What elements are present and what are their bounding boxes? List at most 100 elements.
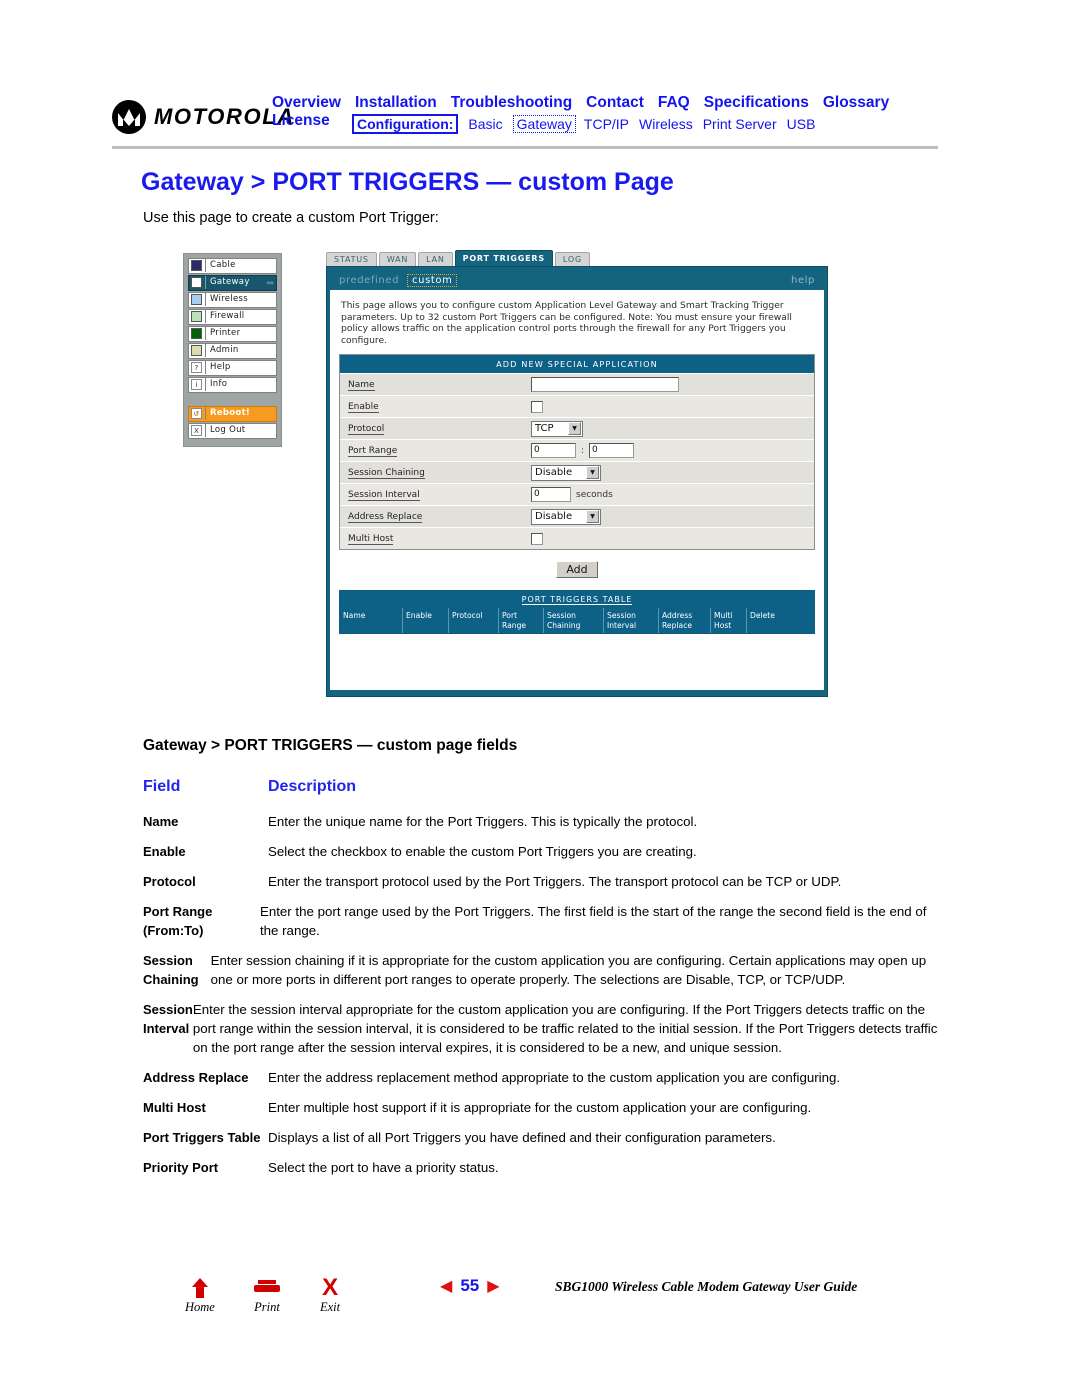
form-row-address-replace: Address Replace Disable ▼ (340, 505, 814, 527)
previous-page-icon[interactable]: ◀ (440, 1276, 452, 1296)
secondary-nav: Configuration: Basic Gateway TCP/IP Wireless… (352, 114, 825, 134)
nav-link-installation[interactable]: Installation (355, 94, 437, 112)
sidebar-item-label: Cable (205, 259, 276, 273)
help-link[interactable]: help (791, 275, 815, 286)
nav-link-license[interactable]: License (272, 112, 330, 130)
sidebar-item-label: Log Out (205, 424, 276, 438)
form-header: ADD NEW SPECIAL APPLICATION (340, 355, 814, 373)
name-input[interactable] (531, 377, 679, 392)
field-label: Enable (348, 401, 379, 413)
sidebar-item-admin[interactable]: Admin (188, 343, 277, 359)
sidebar-item-firewall[interactable]: Firewall (188, 309, 277, 325)
nav-link-overview[interactable]: Overview (272, 94, 341, 112)
embedded-router-ui-screenshot: Cable Gateway »» Wireless Firewall Print… (183, 250, 828, 700)
column-header-protocol: Protocol (448, 608, 498, 633)
table-row: Port Triggers Table Displays a list of a… (143, 1128, 943, 1147)
field-description: Enter the unique name for the Port Trigg… (268, 814, 698, 829)
print-button[interactable]: Print (254, 1276, 280, 1315)
panel-description-text: This page allows you to configure custom… (341, 300, 792, 346)
nav-link-troubleshooting[interactable]: Troubleshooting (451, 94, 572, 112)
add-button[interactable]: Add (556, 561, 598, 578)
field-name: Address Replace (143, 1070, 249, 1085)
tab-log[interactable]: LOG (554, 252, 590, 267)
nav-link-faq[interactable]: FAQ (658, 94, 690, 112)
nav-link-wireless[interactable]: Wireless (639, 116, 693, 132)
field-description: Enter the port range used by the Port Tr… (259, 904, 927, 938)
subtab-predefined[interactable]: predefined (339, 275, 399, 286)
table-row: Multi Host Enter multiple host support i… (143, 1098, 943, 1117)
field-label: Address Replace (348, 511, 423, 523)
session-chaining-select[interactable]: Disable ▼ (531, 464, 601, 481)
table-row: Name Enter the unique name for the Port … (143, 812, 943, 831)
table-row: Port Range (From:To) Enter the port rang… (143, 902, 943, 940)
page-number: 55 (460, 1276, 480, 1295)
field-name: Enable (143, 844, 186, 859)
panel-content-area: This page allows you to configure custom… (330, 290, 824, 690)
address-replace-select[interactable]: Disable ▼ (531, 508, 601, 525)
column-header-port-range: Port Range (498, 608, 543, 633)
nav-link-glossary[interactable]: Glossary (823, 94, 889, 112)
sidebar-item-logout[interactable]: X Log Out (188, 423, 277, 439)
sidebar-item-label: Reboot! (205, 407, 276, 421)
field-description: Enter session chaining if it is appropri… (210, 953, 927, 987)
sidebar-item-info[interactable]: i Info (188, 377, 277, 393)
sidebar-item-printer[interactable]: Printer (188, 326, 277, 342)
column-header-description: Description (268, 778, 357, 795)
port-range-to-input[interactable]: 0 (589, 443, 635, 458)
sidebar-item-help[interactable]: ? Help (188, 360, 277, 376)
sidebar-item-reboot[interactable]: ↺ Reboot! (188, 406, 277, 422)
session-interval-input[interactable]: 0 (531, 487, 571, 502)
sidebar-item-label: Help (205, 361, 276, 375)
home-arrow-icon (191, 1276, 209, 1300)
column-header-session-chaining: Session Chaining (543, 608, 603, 633)
nav-link-usb[interactable]: USB (787, 116, 816, 132)
fields-table-header-row: Field Description (143, 778, 943, 796)
sidebar-item-gateway[interactable]: Gateway »» (188, 275, 277, 291)
nav-link-tcpip[interactable]: TCP/IP (584, 116, 629, 132)
field-name: Multi Host (143, 1100, 206, 1115)
field-description: Enter the session interval appropriate f… (192, 1002, 938, 1055)
tab-wan[interactable]: WAN (378, 252, 417, 267)
tab-lan[interactable]: LAN (418, 252, 453, 267)
column-header-address-replace: Address Replace (658, 608, 710, 633)
port-triggers-table: PORT TRIGGERS TABLE Name Enable Protocol… (339, 590, 815, 634)
sidebar-item-cable[interactable]: Cable (188, 258, 277, 274)
home-button[interactable]: Home (185, 1276, 215, 1315)
table-row: Session Chaining Enter session chaining … (143, 951, 943, 989)
panel-tab-bar: STATUS WAN LAN PORT TRIGGERS LOG (326, 250, 592, 267)
column-header-name: Name (343, 611, 366, 620)
tab-port-triggers[interactable]: PORT TRIGGERS (454, 250, 553, 267)
field-label: Name (348, 379, 375, 391)
exit-button[interactable]: X Exit (320, 1274, 340, 1315)
nav-link-specifications[interactable]: Specifications (704, 94, 809, 112)
printer-icon (254, 1276, 280, 1300)
table-row: Protocol Enter the transport protocol us… (143, 872, 943, 891)
address-replace-value: Disable (535, 511, 573, 522)
field-description: Enter the address replacement method app… (268, 1070, 841, 1085)
form-row-port-range: Port Range 0 : 0 (340, 439, 814, 461)
nav-link-contact[interactable]: Contact (586, 94, 644, 112)
port-range-from-input[interactable]: 0 (531, 443, 576, 458)
enable-checkbox[interactable] (531, 400, 543, 413)
multi-host-checkbox[interactable] (531, 532, 543, 545)
protocol-select[interactable]: TCP ▼ (531, 420, 583, 437)
header-divider (112, 146, 938, 149)
add-button-row: Add (339, 560, 815, 578)
column-header-session-interval: Session Interval (603, 608, 658, 633)
nav-link-print-server[interactable]: Print Server (703, 116, 777, 132)
tab-status[interactable]: STATUS (326, 252, 377, 267)
page-footer: Home Print X Exit ◀ 55 ▶ SBG1000 Wireles… (0, 1268, 1080, 1338)
protocol-select-value: TCP (535, 423, 554, 434)
router-sidebar-menu: Cable Gateway »» Wireless Firewall Print… (183, 253, 282, 447)
panel-subtab-bar: predefined custom help (330, 270, 824, 290)
table-row: Enable Select the checkbox to enable the… (143, 842, 943, 861)
subtab-custom[interactable]: custom (407, 273, 458, 287)
nav-link-gateway[interactable]: Gateway (512, 115, 576, 133)
next-page-icon[interactable]: ▶ (487, 1276, 499, 1296)
field-label: Multi Host (348, 533, 394, 545)
form-row-session-chaining: Session Chaining Disable ▼ (340, 461, 814, 483)
sidebar-item-wireless[interactable]: Wireless (188, 292, 277, 308)
nav-link-basic[interactable]: Basic (468, 116, 502, 132)
chevron-down-icon: ▼ (586, 510, 599, 523)
